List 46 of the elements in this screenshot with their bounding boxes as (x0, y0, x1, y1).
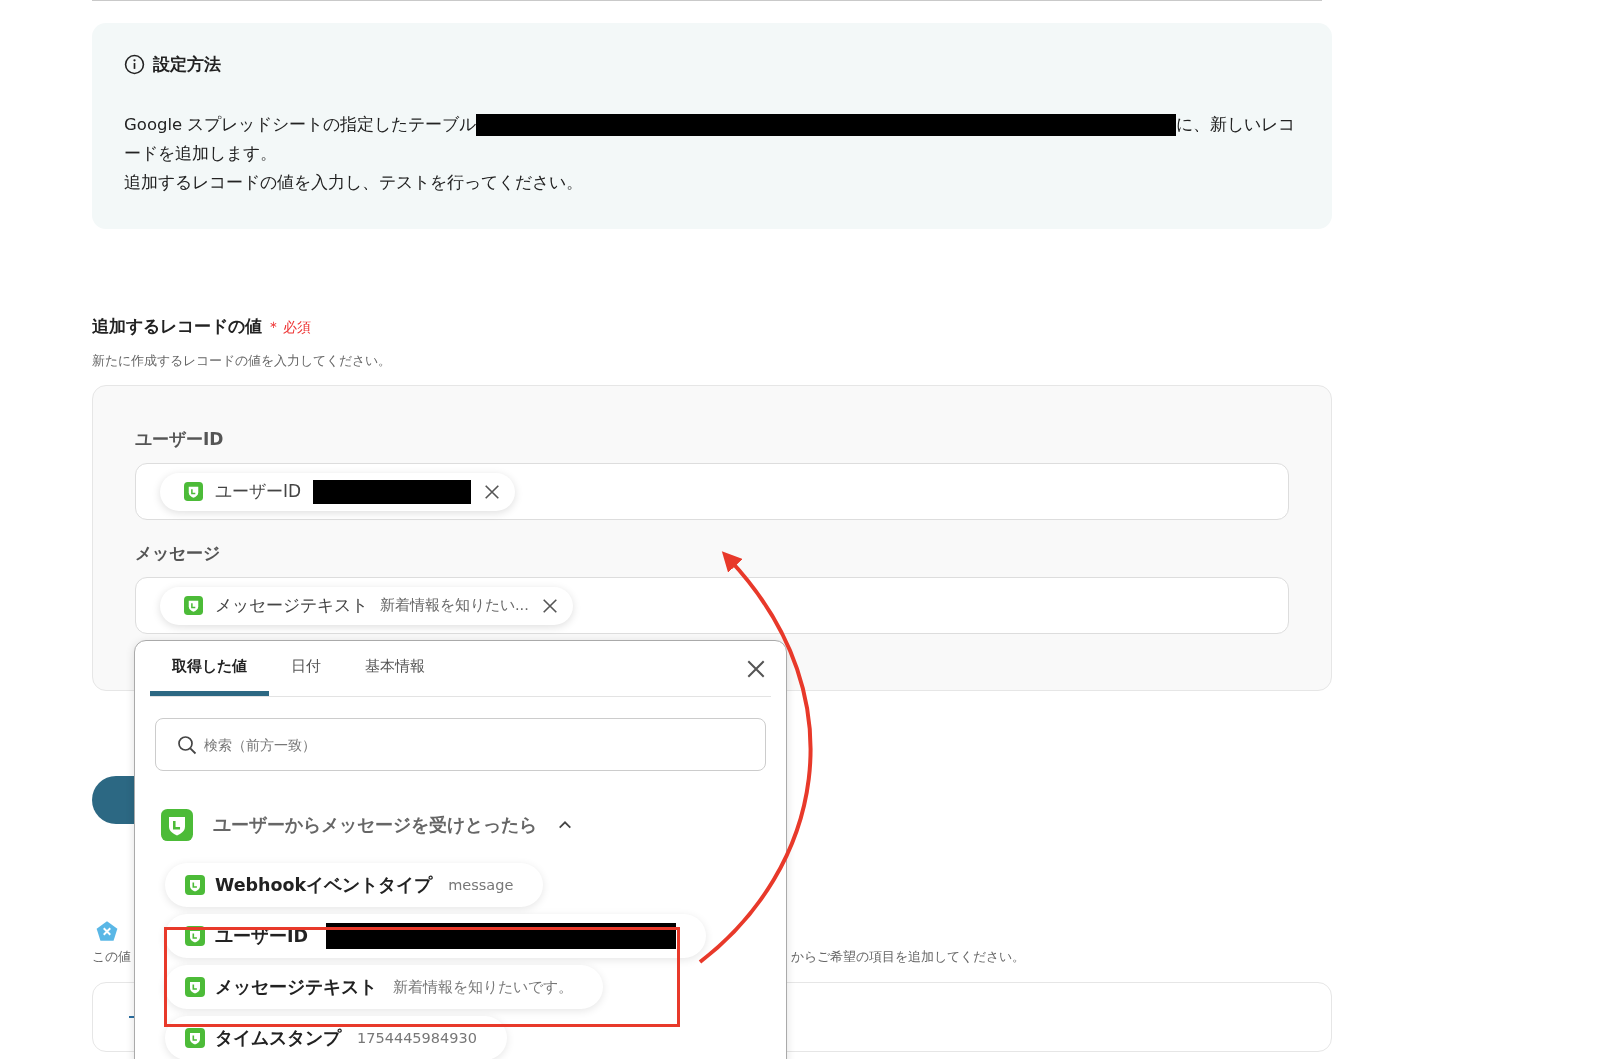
chip-label: ユーザーID (215, 480, 302, 503)
info-text: ードを追加します。 (124, 143, 277, 165)
chip-value: 新着情報を知りたいです。 (393, 977, 573, 997)
info-text: 追加するレコードの値を入力し、テストを行ってください。 (124, 172, 583, 194)
chip-value: 1754445984930 (357, 1030, 477, 1046)
app-icon (161, 809, 193, 841)
value-chip[interactable]: Webhookイベントタイプ message (165, 863, 544, 907)
required-mark: ＊ (266, 318, 281, 337)
search-field[interactable]: 検索（前方一致） (155, 718, 766, 771)
required-label: 必須 (283, 319, 311, 337)
tab[interactable]: 取得した値 (150, 641, 269, 696)
tab[interactable]: 日付 (269, 641, 343, 696)
chip-label: タイムスタンプ (215, 1027, 341, 1050)
app-icon (185, 977, 205, 997)
info-text: Google スプレッドシートの指定したテーブル (124, 114, 477, 136)
chip-label: メッセージテキスト (215, 594, 368, 617)
close-icon (483, 482, 502, 501)
tab[interactable]: 基本情報 (343, 641, 447, 696)
value-chip[interactable]: メッセージテキスト 新着情報を知りたいです。 (165, 965, 603, 1009)
app-icon (185, 1028, 205, 1048)
info-title: 設定方法 (153, 53, 221, 76)
value-chip[interactable]: タイムスタンプ 1754445984930 (165, 1016, 507, 1059)
section-description: からご希望の項目を追加してください。 (791, 948, 1025, 966)
info-text: に、新しいレコ (1176, 114, 1296, 136)
info-icon (124, 54, 145, 75)
chip-label: Webhookイベントタイプ (215, 874, 433, 897)
field-label: ユーザーID (135, 428, 225, 451)
app-icon (184, 482, 203, 501)
pentagon-icon (95, 920, 119, 942)
field-label: メッセージ (135, 542, 221, 565)
chip-label: メッセージテキスト (215, 976, 377, 999)
chip-value: message (448, 877, 514, 893)
app-icon (184, 596, 203, 615)
input-field[interactable]: ユーザーID (135, 463, 1289, 520)
section-description: この値 (92, 948, 131, 966)
section-description: 新たに作成するレコードの値を入力してください。 (92, 353, 392, 370)
app-icon (185, 926, 205, 946)
action-button[interactable] (92, 776, 136, 824)
group-header[interactable]: ユーザーからメッセージを受けとったら (155, 809, 766, 841)
value-chip[interactable]: メッセージテキスト 新着情報を知りたい... (160, 586, 573, 625)
close-icon (540, 596, 559, 615)
chip-value: 新着情報を知りたい... (380, 596, 529, 615)
app-icon (185, 875, 205, 895)
section-title: 追加するレコードの値 (92, 315, 262, 338)
value-chip[interactable]: ユーザーID (160, 472, 516, 511)
input-field[interactable]: メッセージテキスト 新着情報を知りたい... (135, 577, 1289, 634)
